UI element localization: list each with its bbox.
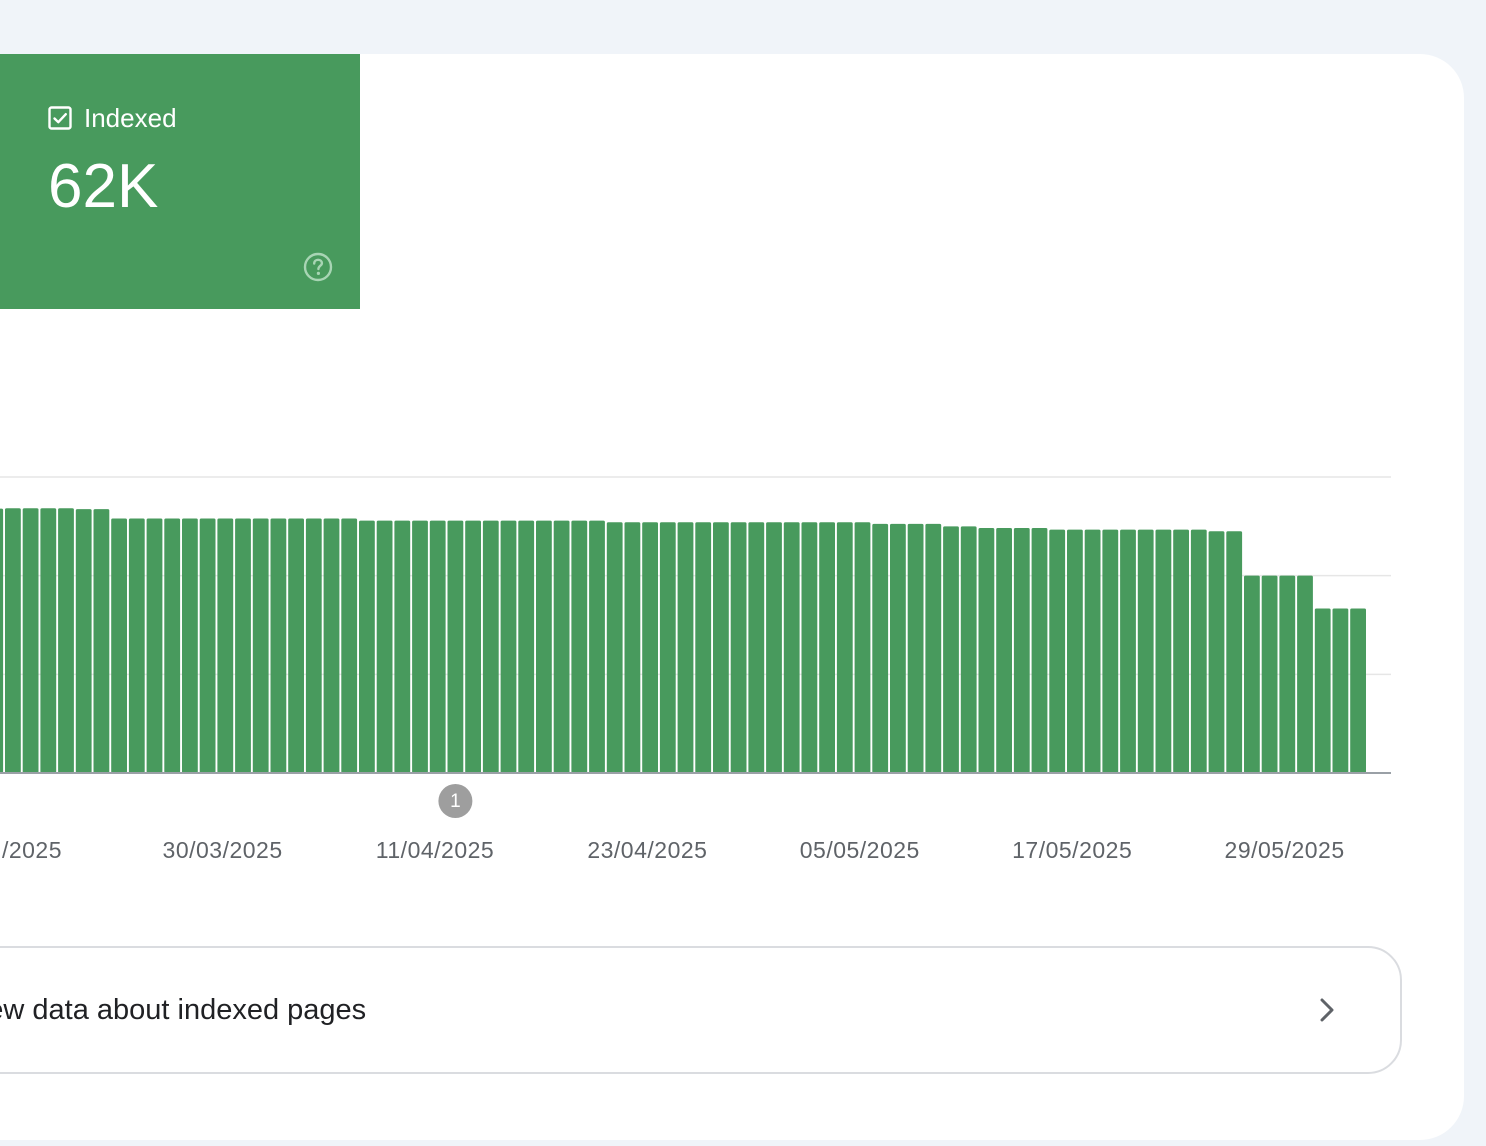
chart-bar[interactable]	[996, 527, 1012, 773]
chart-bar[interactable]	[1350, 608, 1366, 773]
chart-bar[interactable]	[235, 518, 251, 773]
chart-bar[interactable]	[1226, 531, 1243, 773]
chart-bar[interactable]	[553, 520, 570, 773]
view-indexed-pages-link[interactable]: View data about indexed pages	[0, 946, 1402, 1074]
chart-bar[interactable]	[1173, 529, 1189, 773]
chart-bar[interactable]	[199, 518, 216, 773]
footer-link-text: View data about indexed pages	[0, 994, 367, 1026]
chart-bar[interactable]	[359, 520, 375, 773]
chart-bar[interactable]	[164, 518, 181, 773]
chevron-right-icon	[1320, 998, 1334, 1022]
help-circle-icon[interactable]	[302, 251, 334, 283]
chart-bar[interactable]	[766, 522, 782, 773]
chart-bar[interactable]	[58, 508, 74, 773]
chart-bar[interactable]	[376, 520, 393, 773]
chart-bar[interactable]	[659, 522, 676, 773]
chart-bar[interactable]	[1102, 529, 1119, 773]
chart-bar[interactable]	[270, 518, 287, 773]
chart-bar[interactable]	[305, 518, 322, 773]
chart-bar[interactable]	[518, 520, 535, 773]
chart-bar[interactable]	[5, 508, 21, 773]
chart-bar[interactable]	[1031, 527, 1048, 773]
chart-bar[interactable]	[1137, 529, 1154, 773]
chart-bar[interactable]	[819, 522, 835, 773]
chart-bar[interactable]	[1297, 575, 1313, 773]
chart-bar[interactable]	[217, 518, 234, 773]
chart-bar[interactable]	[730, 522, 747, 773]
x-tick-label: 30/03/2025	[163, 837, 283, 863]
chart-bar[interactable]	[1314, 608, 1331, 773]
chart-bar[interactable]	[907, 523, 924, 773]
metric-label-row: Indexed	[48, 104, 177, 132]
chart-bar[interactable]	[713, 522, 729, 773]
annotation-label: 1	[450, 791, 461, 812]
chart-bar[interactable]	[447, 520, 464, 773]
chart-bar[interactable]	[0, 508, 4, 773]
chart-bar[interactable]	[571, 520, 588, 773]
chart-bar[interactable]	[341, 518, 358, 773]
chart-bar[interactable]	[1155, 529, 1172, 773]
chart-bar[interactable]	[146, 518, 163, 773]
chart-bar[interactable]	[465, 520, 481, 773]
chart-bar[interactable]	[748, 522, 765, 773]
chart-bar[interactable]	[536, 520, 552, 773]
chart-bar[interactable]	[482, 520, 499, 773]
chart-bar[interactable]	[624, 522, 641, 773]
x-tick-label: 29/05/2025	[1225, 837, 1345, 863]
chart-bar[interactable]	[128, 518, 145, 773]
chart-bar[interactable]	[783, 522, 800, 773]
chart-bar[interactable]	[40, 508, 57, 773]
x-tick-label: /2025	[2, 837, 62, 863]
metric-value: 62K	[48, 152, 159, 221]
chart-bar[interactable]	[695, 522, 712, 773]
x-tick-label: 05/05/2025	[800, 837, 920, 863]
chart-bar[interactable]	[642, 522, 658, 773]
chart-bar[interactable]	[1120, 529, 1136, 773]
chart-bar[interactable]	[288, 518, 304, 773]
chart-bar[interactable]	[1049, 529, 1066, 773]
x-tick-label: 17/05/2025	[1012, 837, 1132, 863]
metric-label: Indexed	[84, 103, 177, 133]
chart-bar[interactable]	[412, 520, 428, 773]
chart-bar[interactable]	[925, 523, 942, 773]
x-tick-label: 11/04/2025	[376, 837, 494, 863]
chart-bar[interactable]	[960, 526, 977, 773]
chart-bar[interactable]	[589, 520, 605, 773]
chart-bar[interactable]	[1261, 575, 1278, 773]
chart-bar[interactable]	[1279, 575, 1296, 773]
checkbox-checked-icon[interactable]	[48, 106, 72, 130]
metric-tile-indexed[interactable]: Indexed 62K	[0, 54, 360, 309]
chart-bar[interactable]	[22, 508, 39, 773]
chart-bar[interactable]	[1190, 529, 1207, 773]
chart-bar[interactable]	[111, 518, 127, 773]
chart-bar[interactable]	[836, 522, 853, 773]
chart-bar[interactable]	[500, 520, 517, 773]
chart-bar[interactable]	[1067, 529, 1083, 773]
x-tick-label: 23/04/2025	[587, 837, 707, 863]
chart-bar[interactable]	[394, 520, 411, 773]
chart-bar[interactable]	[1084, 529, 1101, 773]
chart-bar[interactable]	[93, 509, 110, 773]
chart-bar[interactable]	[978, 527, 995, 773]
chart-bar[interactable]	[872, 523, 889, 773]
chart-bar[interactable]	[252, 518, 269, 773]
chart-bar[interactable]	[323, 518, 340, 773]
chart-bar[interactable]	[75, 509, 92, 773]
indexing-card: 1 /2025 30/03/2025 11/04/2025 23/04/2025 05/…	[0, 54, 1464, 1140]
chart-bar[interactable]	[1208, 531, 1225, 773]
chart-bar[interactable]	[677, 522, 694, 773]
chart-bar[interactable]	[606, 522, 623, 773]
chart-bar[interactable]	[890, 523, 906, 773]
annotation-marker[interactable]: 1	[438, 784, 473, 818]
chart-bar[interactable]	[429, 520, 446, 773]
chart-bar[interactable]	[182, 518, 198, 773]
chart-bar[interactable]	[943, 526, 959, 773]
chart-bar[interactable]	[1013, 527, 1030, 773]
chart-bar[interactable]	[1244, 575, 1260, 773]
chart-bar[interactable]	[1332, 608, 1349, 773]
chart-bar[interactable]	[801, 522, 818, 773]
chart-bar[interactable]	[854, 522, 871, 773]
